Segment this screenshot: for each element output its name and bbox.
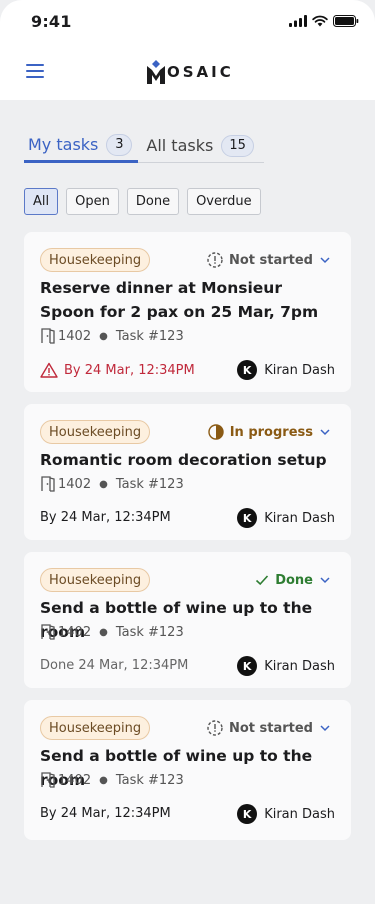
- due-date: By 24 Mar, 12:34PM: [40, 510, 171, 525]
- cellular-signal-icon: [289, 15, 307, 27]
- task-meta: 1402 ● Task #123: [40, 476, 184, 492]
- hamburger-icon-line: [26, 76, 44, 78]
- app-header: OSAIC: [0, 56, 375, 92]
- filter-all[interactable]: All: [24, 188, 59, 215]
- mosaic-logo-mark-icon: [147, 60, 165, 84]
- system-icons: [289, 15, 359, 27]
- check-icon: [256, 575, 269, 586]
- room-number: 1402: [58, 624, 92, 640]
- status-label: In progress: [229, 424, 313, 440]
- tab-label: My tasks: [28, 135, 99, 154]
- filter-open[interactable]: Open: [66, 188, 119, 215]
- avatar: K: [237, 804, 258, 824]
- avatar: K: [237, 360, 258, 380]
- due-text: By 24 Mar, 12:34PM: [40, 806, 171, 821]
- avatar: K: [237, 508, 258, 528]
- door-icon: [41, 328, 55, 344]
- task-meta: 1402 ● Task #123: [40, 328, 184, 344]
- status-dropdown[interactable]: Not started: [207, 248, 331, 272]
- tab-all-tasks[interactable]: All tasks 15: [138, 129, 264, 163]
- chevron-down-icon: [320, 577, 330, 584]
- mosaic-logo: OSAIC: [146, 60, 234, 84]
- filter-overdue[interactable]: Overdue: [187, 188, 261, 215]
- separator-dot: ●: [99, 774, 108, 786]
- tab-count-badge: 15: [221, 134, 254, 157]
- assignee: K Kiran Dash: [237, 508, 335, 528]
- menu-button[interactable]: [26, 64, 46, 80]
- tab-count-badge: 3: [106, 133, 133, 156]
- door-icon: [41, 772, 55, 788]
- hamburger-icon-line: [26, 70, 44, 72]
- room-number: 1402: [58, 476, 92, 492]
- door-icon: [41, 624, 55, 640]
- status-dropdown[interactable]: Done: [255, 568, 331, 592]
- category-badge: Housekeeping: [40, 420, 151, 444]
- door-icon: [41, 476, 55, 492]
- app-frame: 9:41 OSAIC My tasks 3 All tasks 15 All O…: [0, 0, 375, 904]
- assignee-name: Kiran Dash: [264, 362, 335, 378]
- task-card[interactable]: Housekeeping Not started Send a bottle o…: [24, 700, 351, 840]
- task-card[interactable]: Housekeeping In progress Romantic room d…: [24, 404, 351, 540]
- chevron-down-icon: [320, 429, 330, 436]
- wifi-icon: [312, 15, 328, 27]
- status-dropdown[interactable]: Not started: [207, 716, 331, 740]
- filter-done[interactable]: Done: [126, 188, 180, 215]
- tab-label: All tasks: [146, 136, 214, 155]
- task-id: Task #123: [115, 476, 184, 492]
- task-card[interactable]: Housekeeping Done Send a bottle of wine …: [24, 552, 351, 688]
- not-started-icon: [207, 720, 223, 736]
- status-time: 9:41: [31, 12, 72, 31]
- status-bar: 9:41: [0, 0, 375, 44]
- task-id: Task #123: [115, 772, 184, 788]
- room-number: 1402: [58, 328, 92, 344]
- chevron-down-icon: [320, 725, 330, 732]
- assignee-name: Kiran Dash: [264, 510, 335, 526]
- category-badge: Housekeeping: [40, 568, 151, 592]
- due-date: By 24 Mar, 12:34PM: [40, 362, 195, 378]
- assignee: K Kiran Dash: [237, 804, 335, 824]
- category-badge: Housekeeping: [40, 248, 151, 272]
- top-bar: 9:41 OSAIC: [0, 0, 375, 100]
- separator-dot: ●: [99, 626, 108, 638]
- status-label: Done: [275, 572, 313, 588]
- due-date: Done 24 Mar, 12:34PM: [40, 658, 188, 673]
- task-tabs: My tasks 3 All tasks 15: [24, 129, 264, 163]
- avatar: K: [237, 656, 258, 676]
- task-title: Romantic room decoration setup: [40, 451, 327, 469]
- battery-icon: [333, 15, 359, 27]
- assignee-name: Kiran Dash: [264, 658, 335, 674]
- task-meta: 1402 ● Task #123: [40, 772, 184, 788]
- task-card[interactable]: Housekeeping Not started Reserve dinner …: [24, 232, 351, 392]
- due-text: By 24 Mar, 12:34PM: [40, 510, 171, 525]
- chevron-down-icon: [320, 257, 330, 264]
- due-date: By 24 Mar, 12:34PM: [40, 806, 171, 821]
- separator-dot: ●: [99, 330, 108, 342]
- task-title: Reserve dinner at Monsieur Spoon for 2 p…: [40, 279, 319, 321]
- filter-chips: All Open Done Overdue: [24, 188, 261, 215]
- tab-my-tasks[interactable]: My tasks 3: [24, 129, 139, 163]
- status-label: Not started: [228, 720, 313, 736]
- due-text: By 24 Mar, 12:34PM: [64, 362, 195, 378]
- room-number: 1402: [58, 772, 92, 788]
- status-label: Not started: [228, 252, 313, 268]
- hamburger-icon: [26, 64, 44, 66]
- task-id: Task #123: [115, 328, 184, 344]
- warning-icon: [40, 362, 58, 378]
- assignee: K Kiran Dash: [237, 656, 335, 676]
- assignee: K Kiran Dash: [237, 360, 335, 380]
- task-meta: 1402 ● Task #123: [40, 624, 184, 640]
- not-started-icon: [207, 252, 223, 268]
- due-text: Done 24 Mar, 12:34PM: [40, 658, 189, 673]
- in-progress-icon: [208, 424, 224, 440]
- separator-dot: ●: [99, 478, 108, 490]
- status-dropdown[interactable]: In progress: [208, 420, 331, 444]
- assignee-name: Kiran Dash: [264, 806, 335, 822]
- category-badge: Housekeeping: [40, 716, 151, 740]
- logo-text: OSAIC: [167, 63, 234, 81]
- task-id: Task #123: [115, 624, 184, 640]
